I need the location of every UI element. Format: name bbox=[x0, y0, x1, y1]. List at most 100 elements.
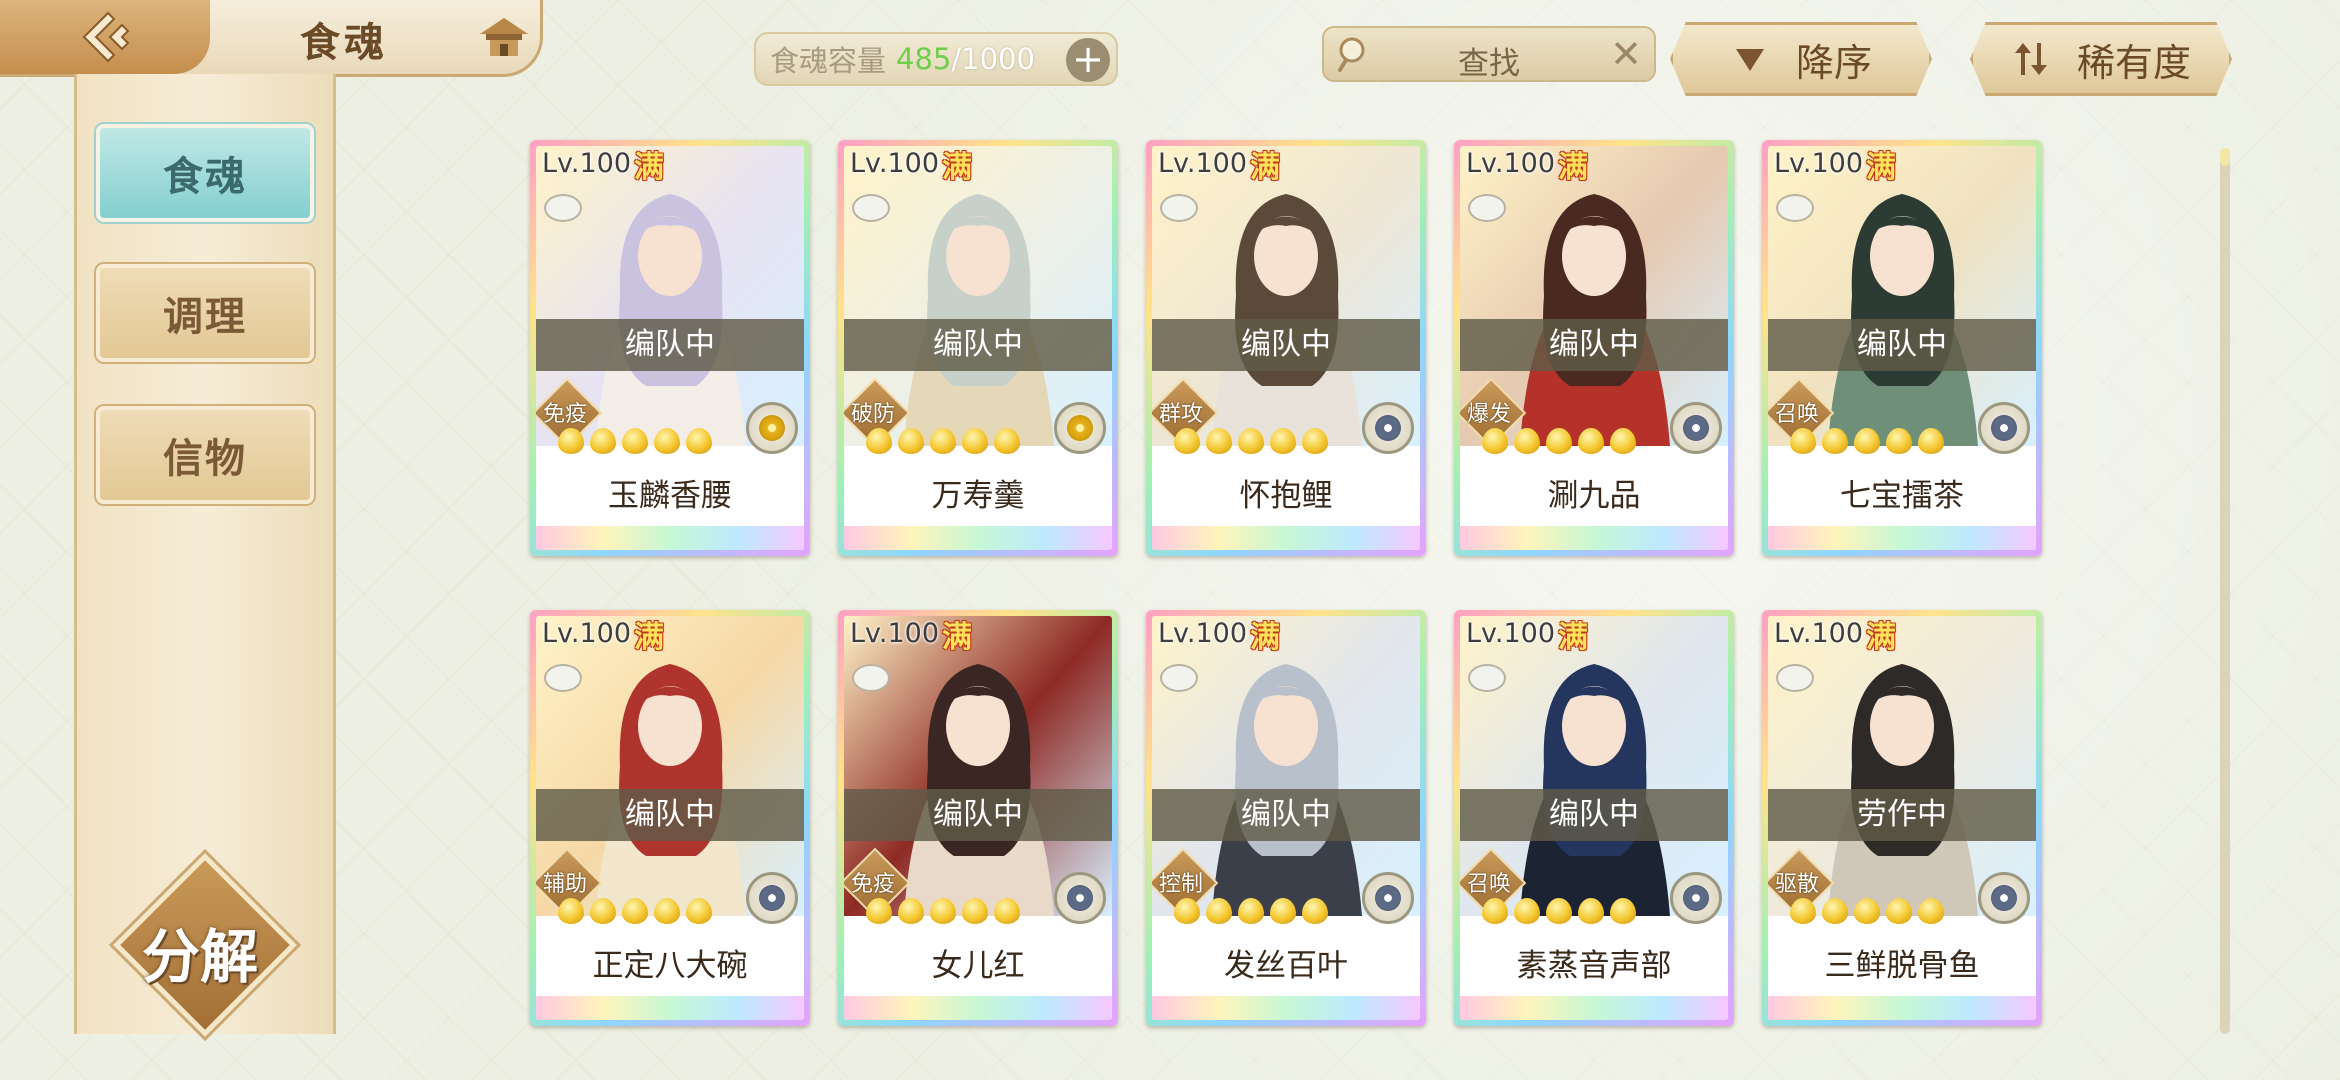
tab-conditioning[interactable]: 调理 bbox=[96, 264, 314, 362]
star-icon bbox=[1206, 428, 1232, 454]
capacity-label: 食魂容量 bbox=[770, 44, 887, 78]
star-icon bbox=[962, 428, 988, 454]
star-icon bbox=[1302, 898, 1328, 924]
star-icon bbox=[1610, 898, 1636, 924]
star-icon bbox=[1482, 428, 1508, 454]
bowl-icon bbox=[1160, 194, 1198, 222]
food-soul-card[interactable]: Lv.100 满 编队中 免疫 玉麟香腰 bbox=[530, 140, 810, 556]
food-soul-card[interactable]: Lv.100 满 编队中 召唤 素蒸音声部 bbox=[1454, 610, 1734, 1026]
role-label: 爆发 bbox=[1466, 402, 1511, 427]
expand-capacity-button[interactable]: + bbox=[1066, 38, 1110, 82]
scrollbar-thumb[interactable] bbox=[2220, 148, 2230, 166]
star-icon bbox=[1238, 428, 1264, 454]
role-label: 辅助 bbox=[542, 872, 587, 897]
star-icon bbox=[654, 898, 680, 924]
title-bar: 食魂 bbox=[0, 0, 543, 77]
max-level-badge: 满 bbox=[1866, 150, 1896, 185]
star-rating bbox=[866, 898, 1020, 924]
food-soul-card[interactable]: Lv.100 满 编队中 破防 万寿羹 bbox=[838, 140, 1118, 556]
status-banner: 编队中 bbox=[844, 319, 1112, 371]
flower-emblem-icon bbox=[746, 402, 798, 454]
star-icon bbox=[1790, 898, 1816, 924]
sort-descending-icon bbox=[1735, 49, 1764, 71]
star-icon bbox=[1238, 898, 1264, 924]
star-icon bbox=[1174, 898, 1200, 924]
card-lace-border bbox=[536, 996, 804, 1020]
food-soul-card[interactable]: Lv.100 满 编队中 免疫 女儿红 bbox=[838, 610, 1118, 1026]
max-level-badge: 满 bbox=[634, 620, 664, 655]
star-icon bbox=[1886, 898, 1912, 924]
card-lace-border bbox=[1152, 996, 1420, 1020]
star-rating bbox=[1790, 428, 1944, 454]
star-rating bbox=[866, 428, 1020, 454]
flower-emblem-icon bbox=[1054, 402, 1106, 454]
max-level-badge: 满 bbox=[1866, 620, 1896, 655]
star-rating bbox=[558, 898, 712, 924]
status-banner: 编队中 bbox=[1460, 789, 1728, 841]
status-banner: 编队中 bbox=[1768, 319, 2036, 371]
search-input[interactable]: 查找 bbox=[1324, 38, 1654, 83]
level-label: Lv.100 bbox=[1466, 618, 1556, 649]
character-name: 怀抱鲤 bbox=[1239, 478, 1333, 514]
flower-emblem-icon bbox=[1978, 872, 2030, 924]
emblem-core bbox=[1991, 415, 2017, 441]
sort-order-button[interactable]: 降序 bbox=[1670, 22, 1932, 96]
star-icon bbox=[866, 428, 892, 454]
star-icon bbox=[622, 898, 648, 924]
character-name: 万寿羹 bbox=[931, 478, 1025, 514]
role-label: 免疫 bbox=[542, 402, 587, 427]
star-icon bbox=[590, 428, 616, 454]
star-rating bbox=[1790, 898, 1944, 924]
clear-search-icon[interactable]: ✕ bbox=[1610, 32, 1642, 76]
bowl-icon bbox=[544, 664, 582, 692]
emblem-core bbox=[1067, 885, 1093, 911]
max-level-badge: 满 bbox=[1558, 150, 1588, 185]
star-icon bbox=[1790, 428, 1816, 454]
food-soul-card[interactable]: Lv.100 满 劳作中 驱散 三鲜脱骨鱼 bbox=[1762, 610, 2042, 1026]
card-body: Lv.100 满 编队中 爆发 涮九品 bbox=[1460, 146, 1728, 550]
card-body: Lv.100 满 编队中 召唤 七宝擂茶 bbox=[1768, 146, 2036, 550]
star-rating bbox=[1482, 428, 1636, 454]
card-lace-border bbox=[536, 526, 804, 550]
sort-by-button[interactable]: 稀有度 bbox=[1970, 22, 2232, 96]
back-button[interactable] bbox=[0, 0, 210, 74]
star-icon bbox=[1206, 898, 1232, 924]
star-icon bbox=[962, 898, 988, 924]
tab-tokens[interactable]: 信物 bbox=[96, 406, 314, 504]
card-lace-border bbox=[1768, 996, 2036, 1020]
status-banner: 编队中 bbox=[536, 789, 804, 841]
food-soul-card[interactable]: Lv.100 满 编队中 群攻 怀抱鲤 bbox=[1146, 140, 1426, 556]
max-level-badge: 满 bbox=[1250, 150, 1280, 185]
role-label: 群攻 bbox=[1158, 402, 1203, 427]
status-banner: 编队中 bbox=[1460, 319, 1728, 371]
role-label: 召唤 bbox=[1466, 872, 1511, 897]
food-soul-card[interactable]: Lv.100 满 编队中 爆发 涮九品 bbox=[1454, 140, 1734, 556]
star-icon bbox=[1918, 898, 1944, 924]
star-icon bbox=[558, 898, 584, 924]
food-soul-card[interactable]: Lv.100 满 编队中 辅助 正定八大碗 bbox=[530, 610, 810, 1026]
status-banner: 劳作中 bbox=[1768, 789, 2036, 841]
star-icon bbox=[1610, 428, 1636, 454]
star-icon bbox=[1854, 428, 1880, 454]
status-banner: 编队中 bbox=[1152, 789, 1420, 841]
food-soul-card[interactable]: Lv.100 满 编队中 召唤 七宝擂茶 bbox=[1762, 140, 2042, 556]
emblem-core bbox=[1683, 885, 1709, 911]
star-icon bbox=[1822, 428, 1848, 454]
card-body: Lv.100 满 编队中 辅助 正定八大碗 bbox=[536, 616, 804, 1020]
level-label: Lv.100 bbox=[1466, 148, 1556, 179]
card-lace-border bbox=[1460, 526, 1728, 550]
scrollbar[interactable] bbox=[2220, 148, 2230, 1034]
emblem-core bbox=[1991, 885, 2017, 911]
card-body: Lv.100 满 编队中 免疫 玉麟香腰 bbox=[536, 146, 804, 550]
food-soul-card[interactable]: Lv.100 满 编队中 控制 发丝百叶 bbox=[1146, 610, 1426, 1026]
decompose-label: 分解 bbox=[141, 923, 258, 991]
role-label: 免疫 bbox=[850, 872, 895, 897]
star-icon bbox=[1514, 428, 1540, 454]
role-label: 控制 bbox=[1158, 872, 1203, 897]
tab-food-souls[interactable]: 食魂 bbox=[96, 124, 314, 222]
card-body: Lv.100 满 编队中 群攻 怀抱鲤 bbox=[1152, 146, 1420, 550]
star-icon bbox=[1302, 428, 1328, 454]
emblem-core bbox=[1067, 415, 1093, 441]
decompose-button[interactable]: 分解 bbox=[113, 853, 297, 1037]
search-box[interactable]: 查找 ✕ bbox=[1322, 26, 1656, 82]
